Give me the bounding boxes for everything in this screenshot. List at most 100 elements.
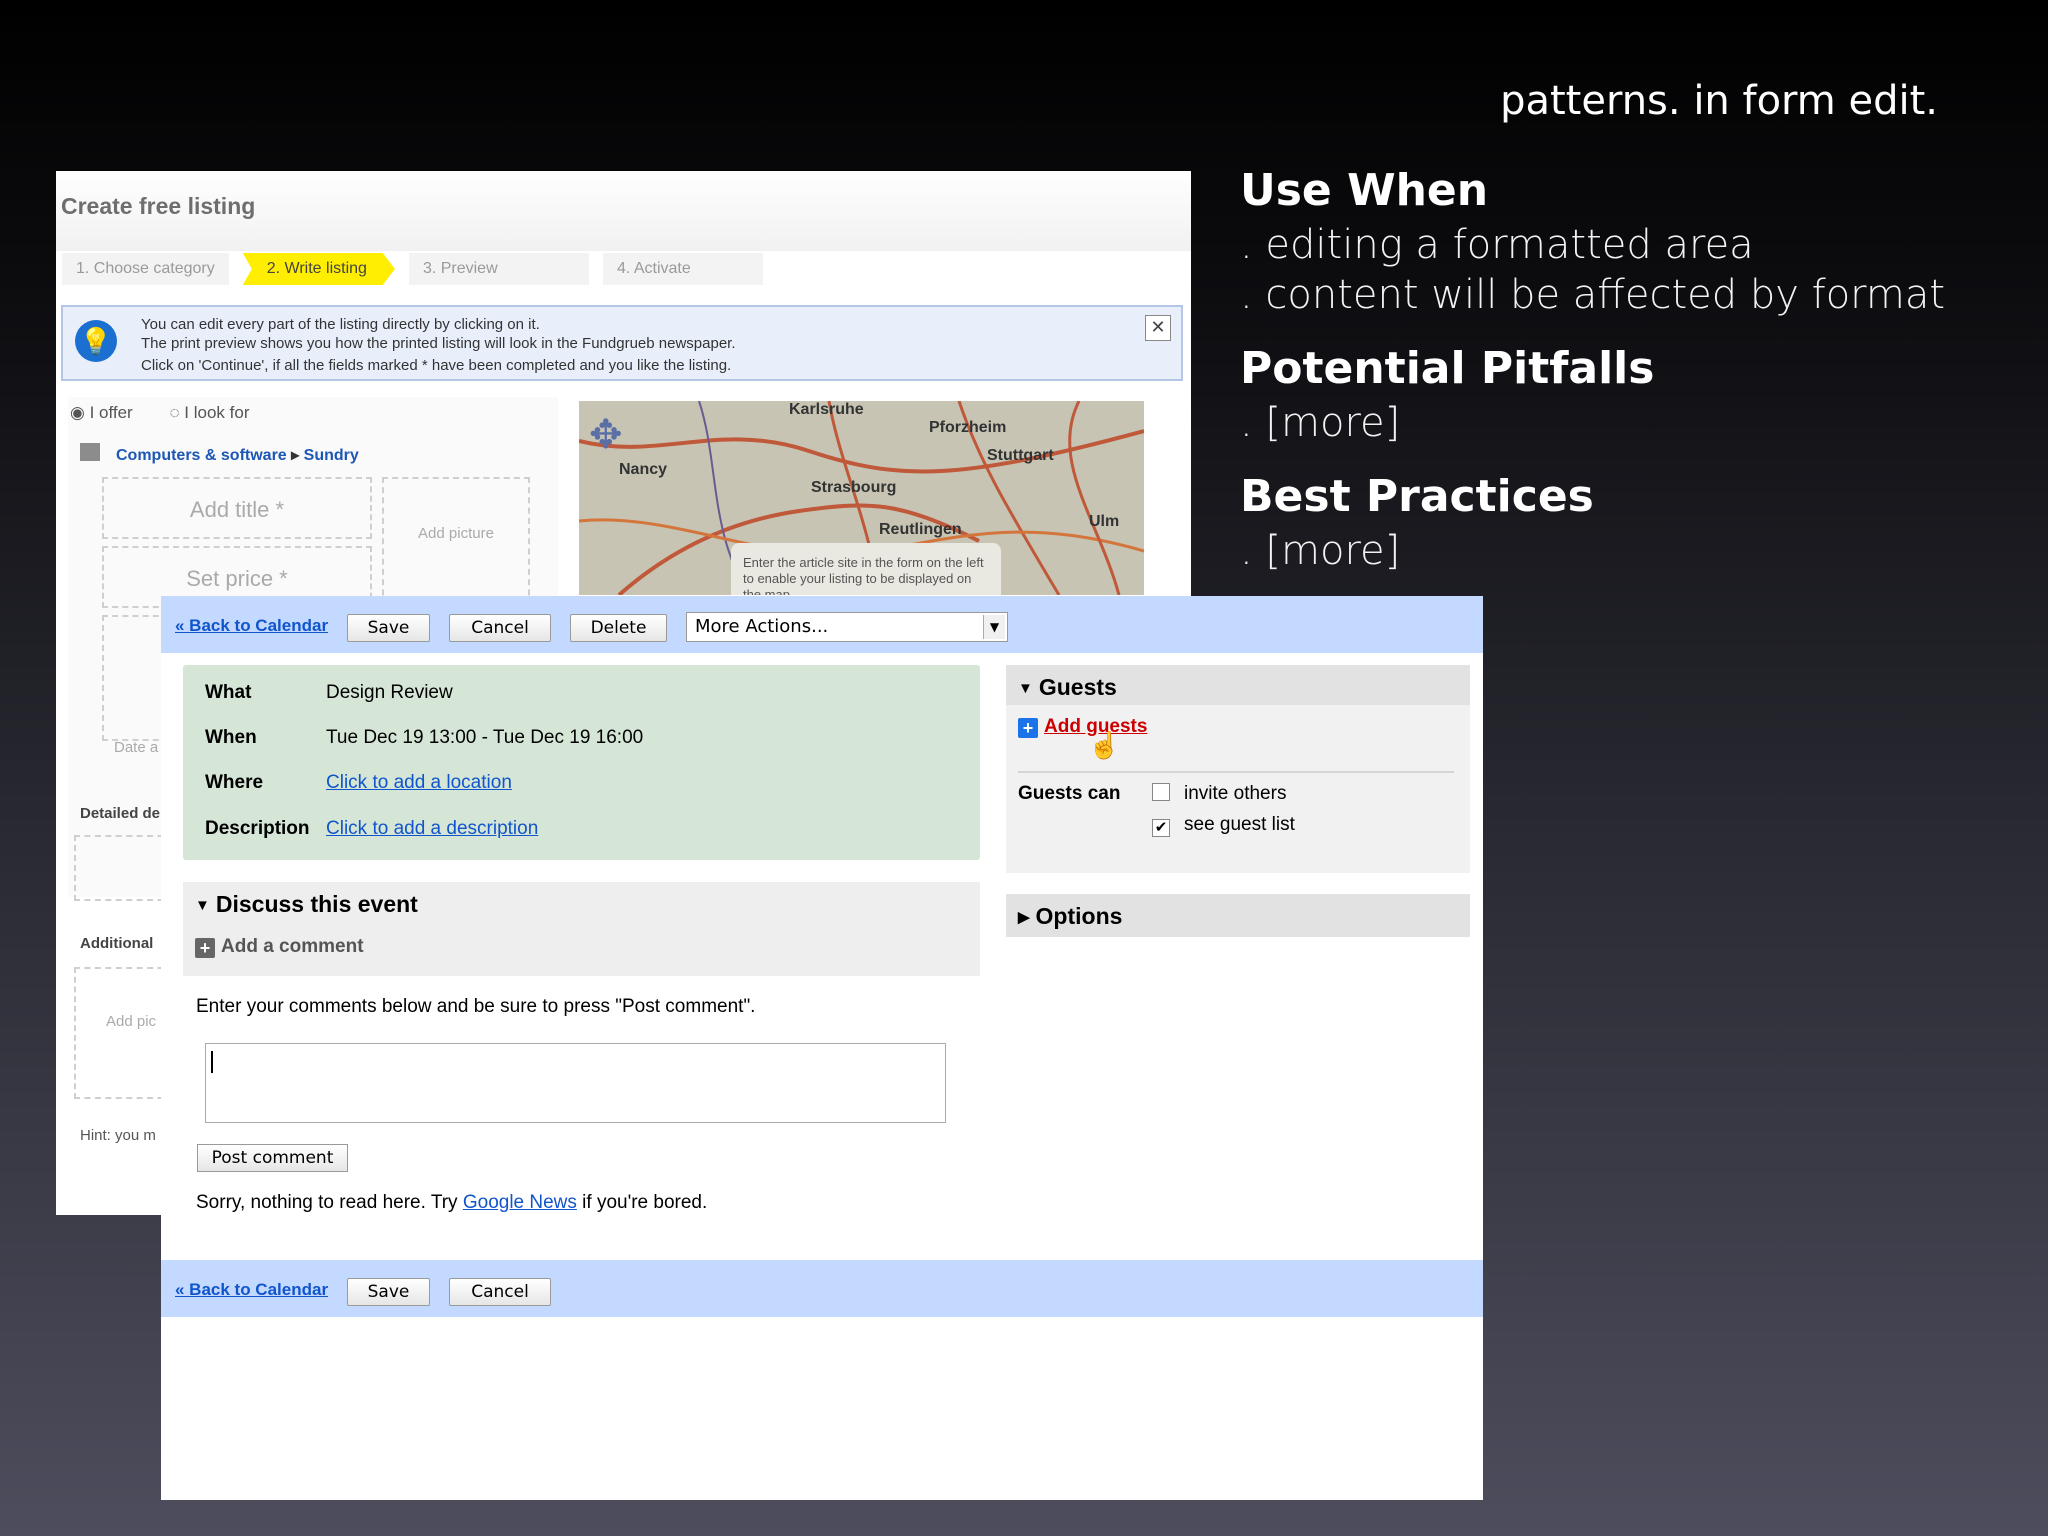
offer-radio-group: ◉ I offer ◌ I look for bbox=[70, 403, 281, 423]
where-label: Where bbox=[205, 772, 264, 793]
discuss-title: Discuss this event bbox=[215, 891, 418, 917]
pitfalls-heading: Potential Pitfalls bbox=[1240, 343, 1655, 394]
description-label: Description bbox=[205, 818, 310, 839]
what-label: What bbox=[205, 682, 252, 703]
when-label: When bbox=[205, 727, 257, 748]
discuss-toggle[interactable]: ▼ Discuss this event bbox=[195, 891, 418, 918]
close-icon[interactable]: ✕ bbox=[1145, 315, 1171, 341]
step-preview[interactable]: 3. Preview bbox=[408, 253, 589, 285]
map-pan-icon[interactable]: ✥ bbox=[589, 413, 633, 457]
best-practices-more[interactable]: . [more] bbox=[1240, 526, 2020, 576]
invite-others-label: invite others bbox=[1184, 783, 1287, 804]
listing-steps: 1. Choose category 2. Write listing 3. P… bbox=[62, 253, 777, 285]
add-comment-label: Add a comment bbox=[221, 936, 364, 957]
invite-others-option[interactable]: invite others bbox=[1152, 783, 1286, 805]
radio-offer[interactable]: ◉ I offer bbox=[70, 403, 149, 422]
info-line: The print preview shows you how the prin… bbox=[141, 335, 736, 352]
step-write-listing[interactable]: 2. Write listing bbox=[242, 253, 395, 285]
back-to-calendar-link[interactable]: « Back to Calendar bbox=[175, 1280, 328, 1300]
see-guest-list-label: see guest list bbox=[1184, 814, 1295, 835]
category-link[interactable]: Computers & software bbox=[116, 447, 287, 464]
cancel-button[interactable]: Cancel bbox=[449, 614, 551, 642]
listing-info-banner: 💡 You can edit every part of the listing… bbox=[61, 305, 1183, 381]
map-city: Ulm bbox=[1089, 513, 1120, 530]
what-value[interactable]: Design Review bbox=[326, 682, 453, 704]
triangle-down-icon: ▼ bbox=[195, 897, 210, 914]
delete-button[interactable]: Delete bbox=[570, 614, 667, 642]
hand-cursor-icon: ☝ bbox=[1088, 730, 1121, 760]
top-toolbar: « Back to Calendar Save Cancel Delete Mo… bbox=[161, 596, 1483, 653]
guests-title: Guests bbox=[1038, 674, 1117, 700]
news-message-suffix: if you're bored. bbox=[576, 1192, 708, 1213]
more-actions-select[interactable]: More Actions... ▼ bbox=[686, 612, 1008, 642]
breadcrumb-separator: ▸ bbox=[291, 447, 300, 464]
listing-header: Create free listing bbox=[56, 171, 1191, 251]
best-practices-heading: Best Practices bbox=[1240, 471, 1594, 522]
when-value[interactable]: Tue Dec 19 13:00 - Tue Dec 19 16:00 bbox=[326, 727, 643, 749]
slide-notes: Use When . editing a formatted area . co… bbox=[1240, 162, 2020, 576]
detailed-description-label: Detailed de bbox=[80, 805, 161, 822]
divider bbox=[1018, 771, 1454, 773]
folder-icon bbox=[80, 443, 100, 461]
event-details: What Design Review When Tue Dec 19 13:00… bbox=[183, 665, 980, 860]
google-news-link[interactable]: Google News bbox=[463, 1192, 577, 1213]
radio-offer-label: I offer bbox=[89, 403, 133, 422]
save-button[interactable]: Save bbox=[347, 1278, 430, 1306]
listing-title: Create free listing bbox=[61, 193, 256, 219]
plus-icon: + bbox=[195, 938, 215, 958]
add-guests-link[interactable]: + Add guests ☝ bbox=[1018, 716, 1147, 760]
post-comment-button[interactable]: Post comment bbox=[197, 1144, 348, 1172]
back-to-calendar-link[interactable]: « Back to Calendar bbox=[175, 616, 328, 636]
save-button[interactable]: Save bbox=[347, 614, 430, 642]
map[interactable]: Karlsruhe Pforzheim Stuttgart Nancy Stra… bbox=[579, 401, 1144, 595]
slide-title: patterns. in form edit. bbox=[1500, 78, 1938, 124]
radio-look-label: I look for bbox=[184, 403, 250, 422]
see-guest-list-checkbox[interactable]: ✔ bbox=[1152, 819, 1170, 837]
radio-look-for[interactable]: ◌ I look for bbox=[169, 403, 265, 422]
add-description-link[interactable]: Click to add a description bbox=[326, 818, 538, 840]
use-when-heading: Use When bbox=[1240, 165, 1489, 216]
bottom-toolbar: « Back to Calendar Save Cancel bbox=[161, 1260, 1483, 1317]
options-title: Options bbox=[1035, 903, 1123, 929]
use-when-item: . content will be affected by format bbox=[1240, 272, 1946, 318]
add-comment-button[interactable]: + Add a comment bbox=[195, 936, 364, 958]
subcategory-link[interactable]: Sundry bbox=[304, 447, 359, 464]
add-location-link[interactable]: Click to add a location bbox=[326, 772, 512, 794]
pitfalls-more[interactable]: . [more] bbox=[1240, 398, 2020, 448]
cancel-button[interactable]: Cancel bbox=[449, 1278, 551, 1306]
invite-others-checkbox[interactable] bbox=[1152, 783, 1170, 801]
step-activate[interactable]: 4. Activate bbox=[602, 253, 763, 285]
chevron-down-icon: ▼ bbox=[983, 615, 1005, 639]
map-city: Stuttgart bbox=[987, 447, 1054, 464]
map-city: Strasbourg bbox=[811, 479, 897, 496]
plus-icon: + bbox=[1018, 718, 1038, 738]
options-panel[interactable]: ▶ Options bbox=[1006, 894, 1470, 937]
text-caret bbox=[211, 1051, 213, 1073]
step-choose-category[interactable]: 1. Choose category bbox=[62, 253, 229, 285]
date-label: Date a bbox=[114, 739, 159, 756]
map-city: Nancy bbox=[619, 461, 668, 478]
lightbulb-icon: 💡 bbox=[75, 320, 117, 362]
hint-text: Hint: you m bbox=[80, 1127, 156, 1144]
category-breadcrumb: Computers & software ▸ Sundry bbox=[116, 445, 359, 465]
use-when-item: . editing a formatted area bbox=[1240, 222, 1754, 268]
map-city: Pforzheim bbox=[929, 419, 1007, 436]
add-title-field[interactable]: Add title * bbox=[102, 477, 372, 539]
guests-can-label: Guests can bbox=[1018, 783, 1121, 804]
discuss-section: ▼ Discuss this event + Add a comment bbox=[183, 882, 980, 976]
calendar-event-screenshot: « Back to Calendar Save Cancel Delete Mo… bbox=[161, 596, 1483, 1500]
guests-header[interactable]: ▼ Guests bbox=[1006, 665, 1470, 705]
triangle-right-icon: ▶ bbox=[1018, 909, 1030, 926]
add-picture-small[interactable]: Add pic bbox=[74, 967, 174, 1099]
see-guest-list-option[interactable]: ✔ see guest list bbox=[1152, 814, 1295, 837]
map-city: Karlsruhe bbox=[789, 401, 864, 418]
more-actions-value: More Actions... bbox=[695, 616, 829, 637]
detailed-description-field[interactable] bbox=[74, 835, 174, 901]
map-city: Reutlingen bbox=[879, 521, 962, 538]
additional-label: Additional bbox=[80, 935, 154, 952]
triangle-down-icon: ▼ bbox=[1018, 680, 1033, 697]
info-text: You can edit every part of the listing d… bbox=[141, 315, 736, 375]
news-message-prefix: Sorry, nothing to read here. Try bbox=[196, 1192, 463, 1213]
comment-textarea[interactable] bbox=[205, 1043, 946, 1123]
info-line: You can edit every part of the listing d… bbox=[141, 316, 540, 333]
